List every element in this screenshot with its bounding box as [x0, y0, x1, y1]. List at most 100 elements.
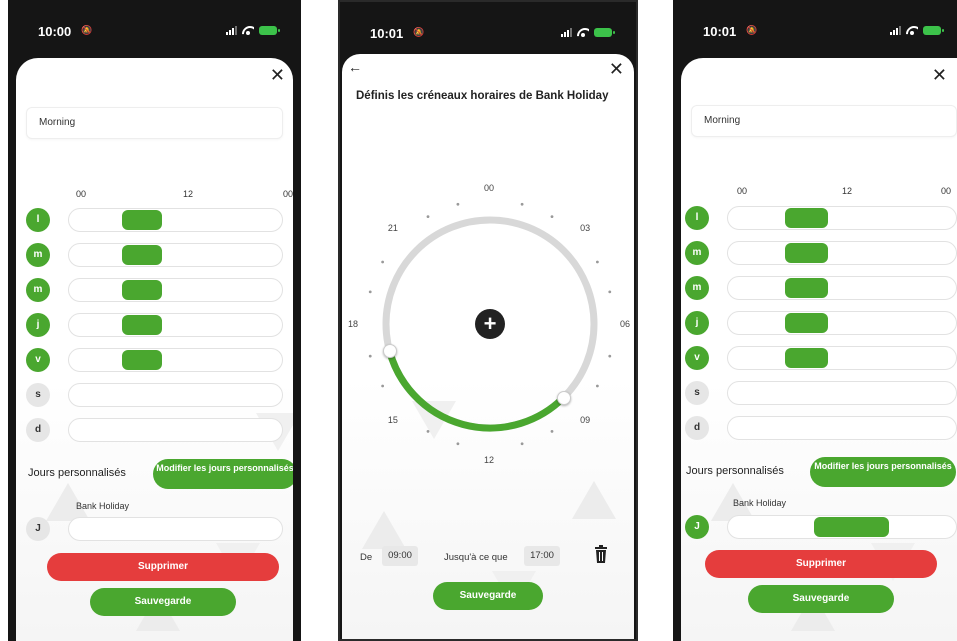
day-toggle[interactable]: l — [685, 206, 709, 230]
holiday-timeline[interactable] — [727, 515, 957, 539]
day-timeline[interactable] — [68, 383, 283, 407]
to-label: Jusqu'à ce que — [444, 552, 508, 563]
modify-custom-days-button[interactable]: Modifier les jours personnalisés — [810, 457, 956, 487]
time-slot[interactable] — [122, 245, 163, 265]
silent-bell-icon: 🔕 — [413, 27, 425, 37]
holiday-time-slot[interactable] — [813, 517, 890, 537]
day-toggle[interactable]: j — [26, 313, 50, 337]
close-icon[interactable]: ✕ — [932, 65, 947, 86]
axis-label-mid: 12 — [183, 189, 194, 199]
day-row: j — [26, 313, 283, 339]
add-slot-button[interactable]: + — [475, 309, 505, 339]
day-row: m — [685, 276, 957, 302]
time-slot[interactable] — [785, 348, 828, 368]
wifi-icon — [242, 26, 254, 35]
schedule-name-input[interactable]: Morning — [26, 107, 283, 139]
dial-dot — [550, 215, 554, 219]
save-button[interactable]: Sauvegarde — [748, 585, 894, 613]
silent-bell-icon: 🔕 — [746, 25, 758, 35]
day-toggle[interactable]: s — [685, 381, 709, 405]
close-icon[interactable]: ✕ — [609, 59, 624, 80]
day-timeline[interactable] — [68, 418, 283, 442]
clock-tick-label: 09 — [580, 415, 591, 426]
dial-dot — [381, 384, 385, 388]
day-timeline[interactable] — [727, 311, 957, 335]
start-handle[interactable] — [556, 390, 571, 405]
wifi-icon — [906, 26, 918, 35]
holiday-row: J — [26, 517, 283, 543]
holiday-name-label: Bank Holiday — [76, 501, 130, 511]
day-timeline[interactable] — [68, 348, 283, 372]
day-timeline[interactable] — [727, 416, 957, 440]
custom-days-label: Jours personnalisés — [28, 467, 126, 479]
day-row: d — [685, 416, 957, 442]
day-timeline[interactable] — [727, 241, 957, 265]
day-toggle[interactable]: s — [26, 383, 50, 407]
day-timeline[interactable] — [727, 346, 957, 370]
day-timeline[interactable] — [68, 313, 283, 337]
day-toggle[interactable]: v — [685, 346, 709, 370]
time-slot[interactable] — [122, 280, 163, 300]
day-row: l — [26, 208, 283, 234]
delete-button[interactable]: Supprimer — [47, 553, 279, 581]
dial-dot — [595, 260, 599, 264]
day-timeline[interactable] — [68, 243, 283, 267]
axis-label-end: 00 — [941, 186, 952, 196]
day-toggle[interactable]: v — [26, 348, 50, 372]
time-slot[interactable] — [122, 210, 163, 230]
time-slot[interactable] — [785, 278, 828, 298]
day-toggle[interactable]: l — [26, 208, 50, 232]
holiday-day-toggle[interactable]: J — [685, 515, 709, 539]
time-slot[interactable] — [122, 315, 163, 335]
end-handle[interactable] — [382, 343, 397, 358]
battery-icon — [259, 26, 280, 35]
dial-dot — [456, 202, 460, 206]
holiday-timeline[interactable] — [68, 517, 283, 541]
day-row: s — [26, 383, 283, 409]
day-toggle[interactable]: d — [685, 416, 709, 440]
day-toggle[interactable]: j — [685, 311, 709, 335]
day-row: s — [685, 381, 957, 407]
close-icon[interactable]: ✕ — [270, 65, 285, 86]
time-slot[interactable] — [785, 313, 828, 333]
day-timeline[interactable] — [727, 276, 957, 300]
day-timeline[interactable] — [68, 278, 283, 302]
axis-label-end: 00 — [283, 189, 293, 199]
time-slot[interactable] — [122, 350, 163, 370]
dial-dot — [381, 260, 385, 264]
day-toggle[interactable]: m — [26, 243, 50, 267]
time-slot-sheet: ← ✕ Définis les créneaux horaires de Ban… — [342, 54, 634, 639]
status-bar: 10:01 🔕 — [673, 0, 957, 56]
day-toggle[interactable]: d — [26, 418, 50, 442]
day-timeline[interactable] — [727, 381, 957, 405]
day-toggle[interactable]: m — [685, 276, 709, 300]
delete-button[interactable]: Supprimer — [705, 550, 937, 578]
trash-icon[interactable] — [594, 545, 608, 563]
status-time: 10:01 — [703, 24, 737, 39]
dial-dot — [595, 384, 599, 388]
modify-custom-days-button[interactable]: Modifier les jours personnalisés — [153, 459, 293, 489]
schedule-name-input[interactable]: Morning — [691, 105, 957, 137]
clock-tick-label: 06 — [620, 319, 631, 329]
time-slot[interactable] — [785, 208, 828, 228]
signal-icon — [226, 26, 237, 35]
time-slot[interactable] — [785, 243, 828, 263]
day-timeline[interactable] — [68, 208, 283, 232]
save-button[interactable]: Sauvegarde — [90, 588, 236, 616]
back-arrow-icon[interactable]: ← — [348, 59, 362, 75]
dial-dot — [520, 442, 524, 446]
to-time-field[interactable]: 17:00 — [524, 546, 560, 566]
day-row: v — [685, 346, 957, 372]
signal-icon — [890, 26, 901, 35]
save-button[interactable]: Sauvegarde — [433, 582, 543, 610]
day-toggle[interactable]: m — [26, 278, 50, 302]
day-toggle[interactable]: m — [685, 241, 709, 265]
from-time-field[interactable]: 09:00 — [382, 546, 418, 566]
day-timeline[interactable] — [727, 206, 957, 230]
dial-dot — [426, 215, 430, 219]
dial-dot — [520, 202, 524, 206]
holiday-day-toggle[interactable]: J — [26, 517, 50, 541]
status-bar: 10:00 🔕 — [8, 0, 301, 56]
signal-icon — [561, 28, 572, 37]
dial-dot — [426, 429, 430, 433]
